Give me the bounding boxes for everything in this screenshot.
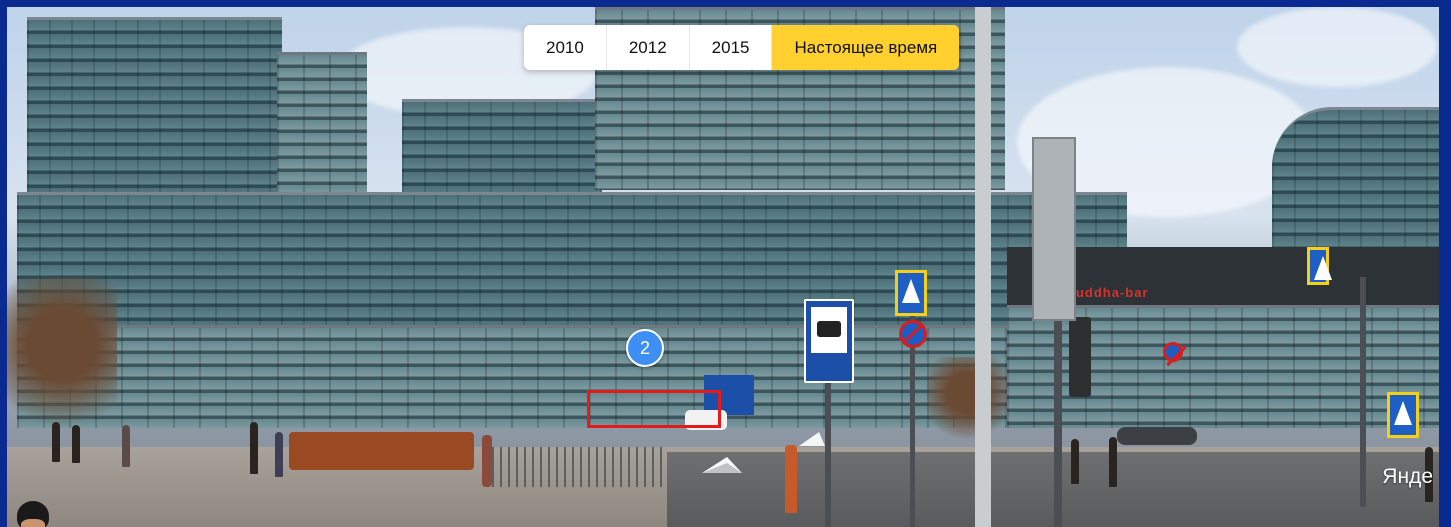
- road: [667, 452, 1439, 527]
- street-panorama[interactable]: buddha-bar 2 Янде: [7, 7, 1439, 527]
- sign-back: [1032, 137, 1076, 321]
- crosswalk-sign: [895, 270, 927, 316]
- no-parking-sign: [1163, 342, 1183, 362]
- crosswalk-sign: [1307, 247, 1332, 285]
- flower-bed: [289, 432, 474, 470]
- provider-watermark: Янде: [1382, 465, 1433, 488]
- move-right-arrow-icon[interactable]: [797, 430, 827, 450]
- crosswalk-sign: [1387, 392, 1419, 438]
- iron-fence: [492, 447, 667, 487]
- parked-car: [1117, 427, 1197, 445]
- pedestrian: [72, 425, 80, 463]
- pedestrian: [1109, 437, 1117, 487]
- fence-pillar: [482, 435, 492, 487]
- bus-stop-sign: [804, 299, 854, 383]
- street-light-pole: [975, 7, 991, 527]
- panorama-point-marker[interactable]: 2: [626, 329, 664, 367]
- pedestrian: [1071, 439, 1079, 484]
- pedestrian: [785, 445, 797, 513]
- move-forward-arrow-icon[interactable]: [697, 455, 747, 477]
- history-year-selector: 2010 2012 2015 Настоящее время: [524, 25, 960, 70]
- highlight-box: [587, 390, 721, 428]
- pedestrian: [250, 422, 258, 474]
- cloud: [1237, 7, 1437, 87]
- pedestrian: [275, 432, 283, 477]
- tree: [927, 357, 1007, 447]
- pedestrian: [122, 425, 130, 467]
- tower-right: [1272, 107, 1439, 250]
- traffic-light: [1069, 317, 1091, 397]
- tree: [7, 277, 117, 447]
- year-option-2012[interactable]: 2012: [607, 25, 690, 70]
- pedestrian: [52, 422, 60, 462]
- viewer-frame: buddha-bar 2 Янде 2010 2012 2015 Настоящ…: [0, 0, 1451, 527]
- building-main-block: [17, 192, 1127, 330]
- year-option-current[interactable]: Настоящее время: [772, 25, 960, 70]
- year-option-2010[interactable]: 2010: [524, 25, 607, 70]
- storefront-sign: buddha-bar: [1067, 285, 1149, 300]
- pedestrian-face: [21, 519, 45, 527]
- year-option-2015[interactable]: 2015: [690, 25, 773, 70]
- no-parking-sign: [899, 320, 927, 348]
- bus-icon: [817, 321, 841, 337]
- sign-pole: [1360, 277, 1366, 507]
- bus-stop-pole: [825, 377, 831, 527]
